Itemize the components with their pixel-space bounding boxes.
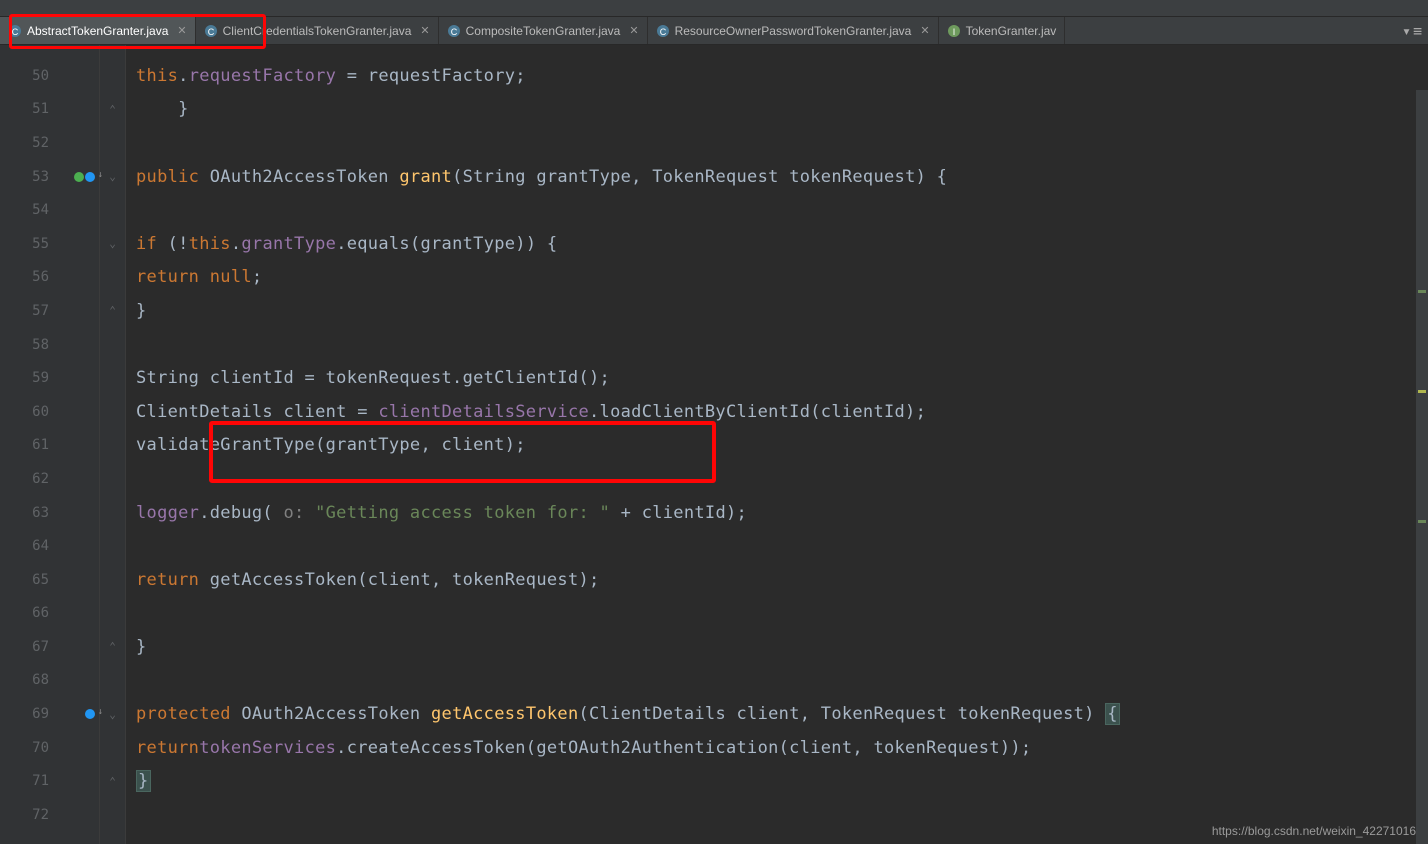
fold-column: ⌃ ⌄ ⌄ ⌃ ⌃ ⌄ ⌃ xyxy=(100,45,126,844)
overridden-icon[interactable] xyxy=(85,172,95,182)
close-icon[interactable]: ✕ xyxy=(420,24,429,37)
toolbar-strip xyxy=(0,0,1428,17)
svg-text:C: C xyxy=(207,27,214,37)
svg-text:C: C xyxy=(659,27,666,37)
line-number[interactable]: 53 xyxy=(0,160,99,194)
svg-text:C: C xyxy=(12,27,19,37)
scrollbar[interactable] xyxy=(1416,90,1428,844)
fold-line xyxy=(100,59,125,93)
close-icon[interactable]: ✕ xyxy=(629,24,638,37)
line-number[interactable]: 50 xyxy=(0,59,99,93)
tab-label: CompositeTokenGranter.java xyxy=(466,24,621,38)
chevron-down-icon: ▾ xyxy=(1402,22,1411,40)
editor-tab-bar: C AbstractTokenGranter.java ✕ C ClientCr… xyxy=(0,17,1428,45)
line-number[interactable]: 60 xyxy=(0,395,99,429)
tab-overflow-menu[interactable]: ▾ ≡ xyxy=(1396,17,1428,44)
fold-end-icon[interactable]: ⌃ xyxy=(100,764,125,798)
line-number[interactable]: 59 xyxy=(0,361,99,395)
code-text-area[interactable]: this.requestFactory = requestFactory; } … xyxy=(126,45,1428,844)
line-number[interactable]: 57 xyxy=(0,294,99,328)
fold-start-icon[interactable]: ⌄ xyxy=(100,160,125,194)
line-number[interactable]: 70 xyxy=(0,731,99,765)
line-number[interactable]: 58 xyxy=(0,328,99,362)
scroll-mark xyxy=(1418,390,1426,393)
tab-label: ClientCredentialsTokenGranter.java xyxy=(223,24,412,38)
line-number[interactable]: 62 xyxy=(0,462,99,496)
line-number[interactable]: 69 xyxy=(0,697,99,731)
line-number[interactable]: 63 xyxy=(0,496,99,530)
line-number[interactable]: 71 xyxy=(0,764,99,798)
line-number[interactable]: 72 xyxy=(0,798,99,832)
line-number[interactable]: 68 xyxy=(0,664,99,698)
java-class-icon: C xyxy=(447,24,461,38)
fold-start-icon[interactable]: ⌄ xyxy=(100,227,125,261)
tab-composite[interactable]: C CompositeTokenGranter.java ✕ xyxy=(439,17,648,44)
line-number[interactable]: 67 xyxy=(0,630,99,664)
list-icon: ≡ xyxy=(1413,22,1422,40)
fold-end-icon[interactable]: ⌃ xyxy=(100,294,125,328)
line-number[interactable]: 66 xyxy=(0,597,99,631)
tab-label: AbstractTokenGranter.java xyxy=(27,24,168,38)
code-editor: 50 51 52 53 54 55 56 57 58 59 60 61 62 6… xyxy=(0,45,1428,844)
line-number[interactable]: 64 xyxy=(0,529,99,563)
gutter-method-icons[interactable] xyxy=(74,172,95,182)
tab-label: TokenGranter.jav xyxy=(966,24,1057,38)
tab-token-granter[interactable]: I TokenGranter.jav xyxy=(939,17,1066,44)
fold-end-icon[interactable]: ⌃ xyxy=(100,93,125,127)
line-number[interactable]: 61 xyxy=(0,429,99,463)
java-class-icon: C xyxy=(8,24,22,38)
line-number[interactable]: 54 xyxy=(0,193,99,227)
java-class-icon: C xyxy=(656,24,670,38)
line-number[interactable]: 56 xyxy=(0,261,99,295)
tab-abstract-token-granter[interactable]: C AbstractTokenGranter.java ✕ xyxy=(0,17,196,44)
tab-label: ResourceOwnerPasswordTokenGranter.java xyxy=(675,24,912,38)
line-number[interactable]: 51 xyxy=(0,93,99,127)
tab-client-credentials[interactable]: C ClientCredentialsTokenGranter.java ✕ xyxy=(196,17,439,44)
close-icon[interactable]: ✕ xyxy=(177,24,186,37)
line-number[interactable]: 52 xyxy=(0,126,99,160)
java-interface-icon: I xyxy=(947,24,961,38)
scroll-mark xyxy=(1418,520,1426,523)
line-number[interactable]: 55 xyxy=(0,227,99,261)
watermark-text: https://blog.csdn.net/weixin_42271016 xyxy=(1212,824,1416,838)
overridden-icon[interactable] xyxy=(85,709,95,719)
close-icon[interactable]: ✕ xyxy=(920,24,929,37)
java-class-icon: C xyxy=(204,24,218,38)
line-number-gutter: 50 51 52 53 54 55 56 57 58 59 60 61 62 6… xyxy=(0,45,100,844)
fold-end-icon[interactable]: ⌃ xyxy=(100,630,125,664)
gutter-method-icons[interactable] xyxy=(85,709,95,719)
line-number[interactable]: 65 xyxy=(0,563,99,597)
scroll-mark xyxy=(1418,290,1426,293)
implements-icon[interactable] xyxy=(74,172,84,182)
fold-start-icon[interactable]: ⌄ xyxy=(100,697,125,731)
tab-resource-owner[interactable]: C ResourceOwnerPasswordTokenGranter.java… xyxy=(648,17,939,44)
svg-text:I: I xyxy=(952,27,955,37)
svg-text:C: C xyxy=(450,27,457,37)
